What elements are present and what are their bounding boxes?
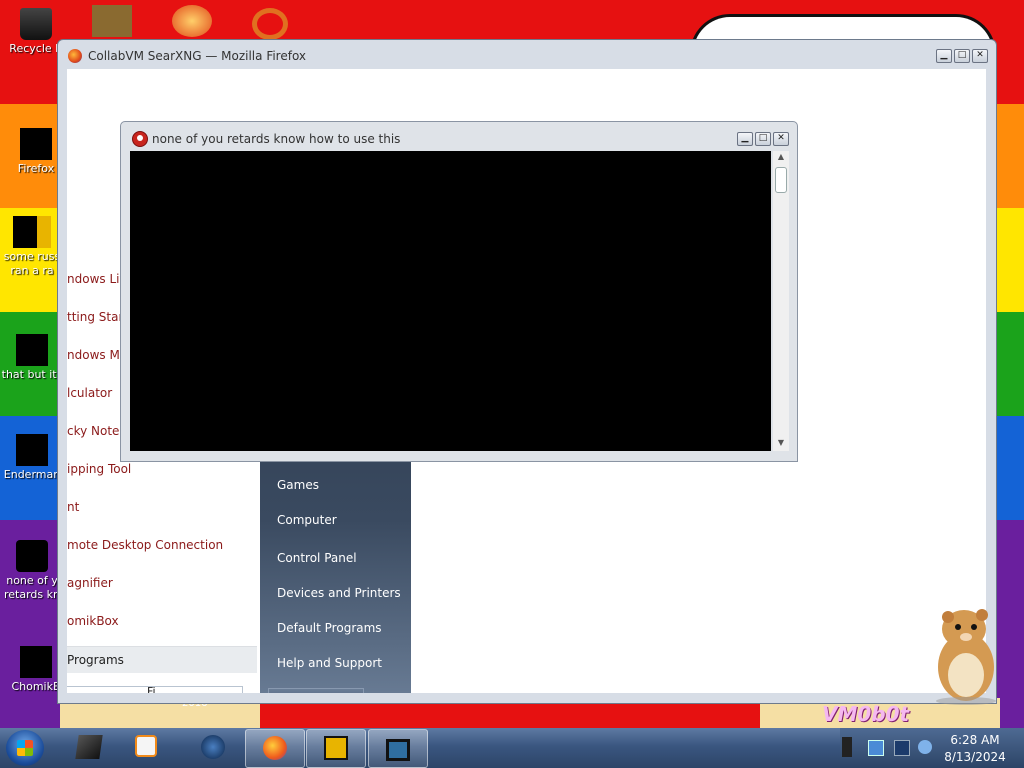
taskbar-button-monitor-app[interactable] [368,729,428,768]
app-icon-2[interactable] [252,8,288,40]
start-search-text: Fi [147,685,156,693]
taskbar-button-firefox[interactable] [245,729,305,768]
start-menu-item[interactable]: mote Desktop Connection [67,538,223,552]
desktop-icon-label: that but its [1,368,63,381]
desktop-icon-label: none of y [6,574,58,587]
maximize-button[interactable]: □ [755,132,771,146]
close-button[interactable]: ✕ [972,49,988,63]
de-app-icon [324,736,348,760]
start-menu-help-support[interactable]: Help and Support [277,656,382,670]
firefox-icon [68,49,82,63]
start-menu-item[interactable]: nt [67,500,79,514]
start-menu-default-programs[interactable]: Default Programs [277,621,382,635]
volume-icon[interactable] [918,740,932,754]
shutdown-button[interactable] [268,688,364,693]
start-menu-computer[interactable]: Computer [277,513,337,527]
clock-time[interactable]: 6:28 AM [940,733,1010,747]
start-menu-item[interactable]: ndows Me [67,348,127,362]
vm-watermark: VM0b0t [822,702,910,726]
firefox-icon [20,128,52,160]
inner-window-content[interactable] [130,151,771,451]
action-center-icon[interactable] [894,740,910,756]
media-player-icon [135,735,157,757]
opera-icon [132,131,148,147]
desktop-icon-enderman[interactable]: Enderman [0,428,64,482]
taskbar-button-globe[interactable] [184,729,242,766]
all-programs-button[interactable]: Programs [67,646,257,673]
scroll-down-arrow-icon[interactable]: ▼ [773,438,789,450]
start-menu-item[interactable]: lculator [67,386,112,400]
close-button[interactable]: ✕ [773,132,789,146]
taskbar-button-cmd[interactable] [60,729,118,766]
chomikbox-icon [20,646,52,678]
firefox-icon [263,736,287,760]
start-menu-games[interactable]: Games [277,478,319,492]
network-icon[interactable] [868,740,884,756]
minimize-button[interactable]: ▁ [737,132,753,146]
inner-window[interactable]: none of you retards know how to use this… [120,121,798,462]
scroll-up-arrow-icon[interactable]: ▲ [773,152,789,164]
clock-date[interactable]: 8/13/2024 [940,750,1010,764]
hamster-image [936,609,996,705]
taskbar-button-de-app[interactable] [306,729,366,768]
desktop-icon-that-but-its[interactable]: that but its [0,322,64,382]
start-menu-item[interactable]: omikBox [67,614,119,628]
maximize-button[interactable]: □ [954,49,970,63]
inner-window-title: none of you retards know how to use this [152,132,401,146]
minimize-button[interactable]: ▁ [936,49,952,63]
start-button[interactable] [6,730,44,766]
start-menu-control-panel[interactable]: Control Panel [277,551,357,565]
window-icon [16,434,48,466]
desktop-icon-label-2: ran a ra [10,264,54,277]
desktop-icon-none-of-you[interactable]: none of y retards kn [0,528,64,602]
desktop-icon-label: Enderman [3,468,61,481]
scroll-thumb[interactable] [775,167,787,193]
taskbar-button-media-player[interactable] [118,729,176,766]
globe-icon [201,735,225,759]
folder-icon[interactable] [92,5,132,37]
stack-icon [16,334,48,366]
start-menu-item[interactable]: agnifier [67,576,113,590]
start-menu-devices-printers[interactable]: Devices and Printers [277,586,401,600]
firefox-titlebar[interactable]: CollabVM SearXNG — Mozilla Firefox ▁ □ ✕ [58,40,996,70]
terminal-icon [75,735,103,759]
desktop-icon-label: some russ [3,250,61,263]
taskbar: 6:28 AM 8/13/2024 [0,728,1024,768]
opera-icon [16,540,48,572]
firefox-window-title: CollabVM SearXNG — Mozilla Firefox [88,49,307,63]
start-menu-item[interactable]: ipping Tool [67,462,131,476]
document-icon [13,216,51,248]
desktop-icon-label-2: retards kn [4,588,60,601]
app-icon[interactable] [172,5,212,37]
start-menu-item[interactable]: cky Notes [67,424,126,438]
all-programs-label: Programs [67,653,124,667]
inner-window-titlebar[interactable]: none of you retards know how to use this… [121,122,797,150]
desktop-icon-some-russ[interactable]: some russ ran a ra [0,216,64,278]
recycle-bin-icon [20,8,52,40]
show-hidden-icons-icon[interactable] [842,737,852,757]
vertical-scrollbar[interactable]: ▲ ▼ [773,151,789,451]
monitor-icon [386,739,410,761]
